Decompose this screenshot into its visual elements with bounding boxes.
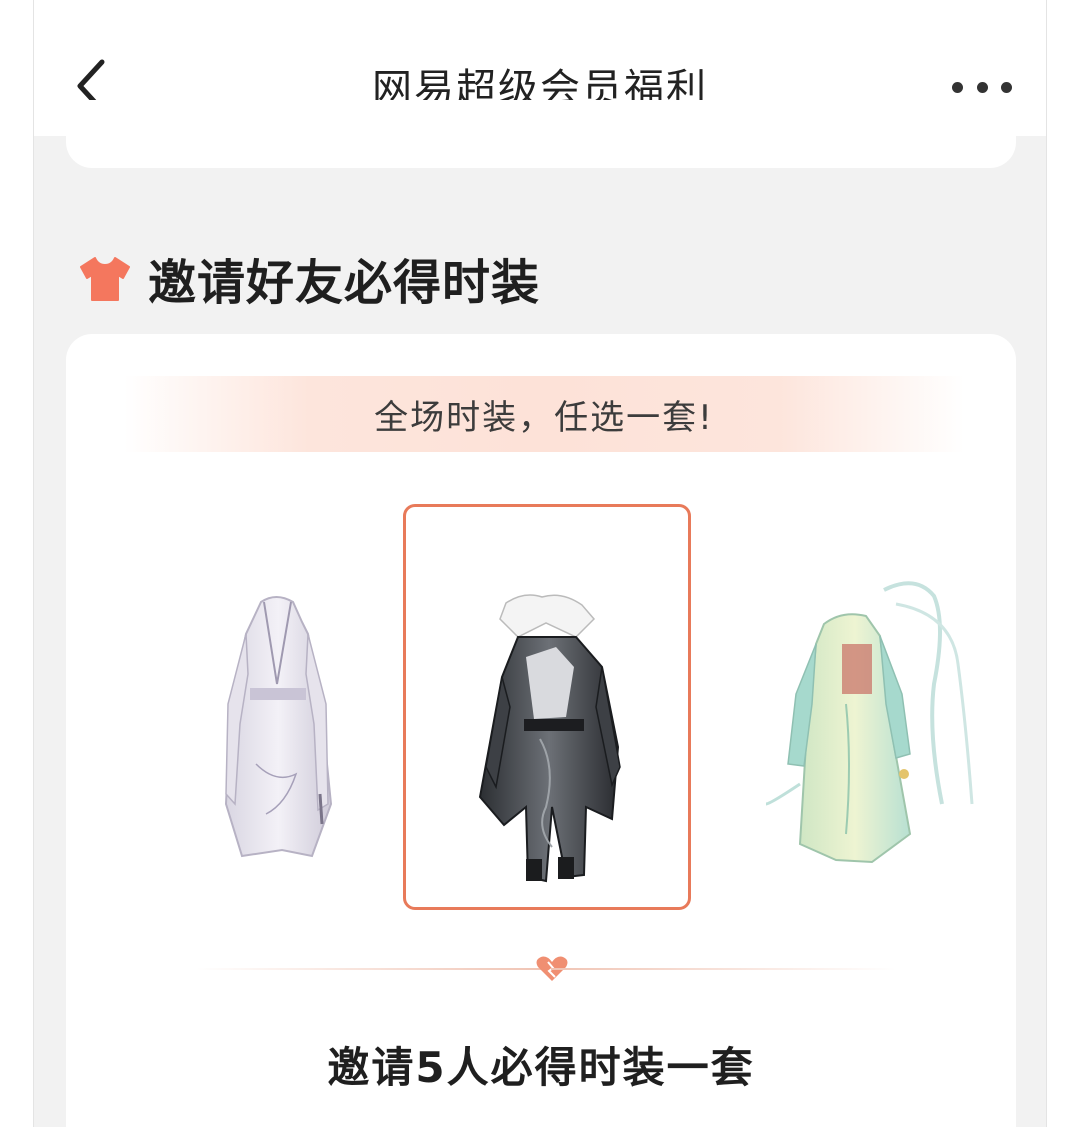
invite-reward-card: 全场时装，任选一套! 邀请5人必得时装一套 <box>66 334 1016 1127</box>
divider-line-left <box>196 968 541 970</box>
black-robe-image <box>478 594 621 883</box>
promo-banner: 全场时装，任选一套! <box>124 376 964 452</box>
outfit-item-white-robe[interactable] <box>136 504 424 910</box>
decorative-divider <box>196 954 896 984</box>
white-robe-image <box>224 596 333 858</box>
outfit-carousel <box>66 504 1016 914</box>
section-title: 邀请好友必得时装 <box>148 255 541 311</box>
previous-card-bottom <box>66 100 1016 168</box>
more-dot-icon <box>976 81 988 93</box>
invite-requirement-text: 邀请5人必得时装一套 <box>327 1043 755 1092</box>
more-dot-icon <box>952 81 963 93</box>
outfit-item-green-dress[interactable] <box>696 504 984 910</box>
divider-line-right <box>551 968 896 970</box>
outfit-item-black-robe[interactable] <box>403 504 691 910</box>
page: 网易超级会员福利 邀请好友必得时装 全场时装，任选一套! 邀请5人必得时装一套 <box>33 0 1047 1127</box>
more-dot-icon <box>1001 81 1012 93</box>
banner-text: 全场时装，任选一套! <box>374 397 714 438</box>
more-options-button[interactable] <box>952 72 1012 102</box>
shirt-icon <box>80 257 130 301</box>
section-header: 邀请好友必得时装 <box>78 246 541 311</box>
green-dress-image <box>765 581 974 864</box>
